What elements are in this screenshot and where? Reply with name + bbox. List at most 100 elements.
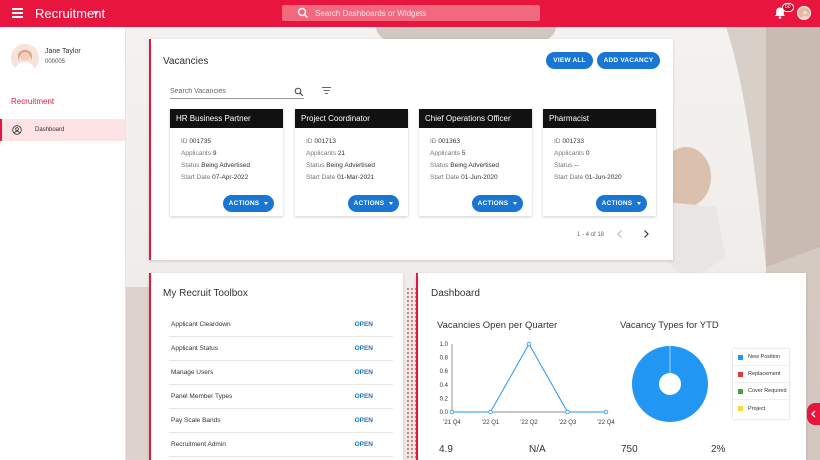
vacancy-id-value: 001733 xyxy=(562,138,585,145)
vacancy-start-date-value: 01-Jun-2020 xyxy=(585,174,622,181)
vacancy-status-value: -- xyxy=(574,162,579,169)
caret-down-icon xyxy=(389,202,394,205)
legend-swatch xyxy=(738,354,743,360)
open-link[interactable]: OPEN xyxy=(355,321,373,328)
sidebar-section-recruitment[interactable]: Recruitment xyxy=(11,97,54,106)
profile-avatar xyxy=(11,44,39,72)
search-icon xyxy=(297,7,309,19)
notification-badge: 50 xyxy=(782,3,794,12)
vacancy-id-label: ID xyxy=(554,138,561,145)
line-chart-title: Vacancies Open per Quarter xyxy=(437,320,558,331)
legend-label: New Position xyxy=(748,354,781,360)
vacancy-title: Chief Operations Officer xyxy=(419,109,532,128)
legend-swatch xyxy=(738,388,743,394)
user-name: Jane Taylor xyxy=(45,48,81,55)
data-point xyxy=(565,409,570,415)
sidebar-item-dashboard[interactable]: Dashboard xyxy=(0,119,125,141)
vacancy-card[interactable]: Project Coordinator ID 001713 Applicants… xyxy=(295,109,408,216)
global-search[interactable] xyxy=(282,5,540,21)
chevron-left-icon[interactable] xyxy=(616,229,624,239)
vacancy-start-date-label: Start Date xyxy=(306,174,336,181)
legend-item[interactable]: New Position xyxy=(733,349,789,366)
toolbox-item-label: Applicant Cleardown xyxy=(171,321,231,328)
legend-item[interactable]: Cover Required xyxy=(733,383,789,400)
toolbox-item-label: Applicant Status xyxy=(171,345,218,352)
data-point xyxy=(449,409,455,415)
vacancy-status-value: Being Advertised xyxy=(201,162,251,169)
vacancy-status: Status Being Advertised xyxy=(306,162,375,169)
vacancy-start-date-label: Start Date xyxy=(430,174,460,181)
vacancy-applicants: Applicants 21 xyxy=(306,150,345,157)
vacancy-title: Project Coordinator xyxy=(295,109,408,128)
vacancy-start-date-label: Start Date xyxy=(554,174,584,181)
open-link[interactable]: OPEN xyxy=(355,441,373,448)
vacancies-title: Vacancies xyxy=(163,56,209,67)
stat-value: 2% xyxy=(711,444,726,455)
pie-chart xyxy=(632,346,708,422)
filter-icon[interactable] xyxy=(322,86,331,95)
vacancy-start-date-value: 01-Mar-2021 xyxy=(337,174,375,181)
vacancy-card[interactable]: Chief Operations Officer ID 001363 Appli… xyxy=(419,109,532,216)
y-tick-label: 0.0 xyxy=(440,410,449,416)
vacancy-card[interactable]: Pharmacist ID 001733 Applicants 0 Status… xyxy=(543,109,656,216)
x-tick-label: '22 Q1 xyxy=(482,420,500,426)
view-all-button[interactable]: VIEW ALL xyxy=(546,52,593,69)
actions-button[interactable]: ACTIONS xyxy=(596,195,647,212)
toolbox-card: My Recruit Toolbox Applicant Cleardown OP… xyxy=(149,273,403,460)
toolbox-item: Applicant Status OPEN xyxy=(169,337,393,361)
vacancy-start-date: Start Date 07-Apr-2022 xyxy=(181,174,248,181)
actions-label: ACTIONS xyxy=(228,200,260,207)
caret-down-icon xyxy=(264,202,269,205)
vacancy-id: ID 001363 xyxy=(430,138,460,145)
open-link[interactable]: OPEN xyxy=(355,393,373,400)
actions-button[interactable]: ACTIONS xyxy=(348,195,399,212)
vacancy-id: ID 001735 xyxy=(181,138,211,145)
vacancy-id-value: 001713 xyxy=(314,138,337,145)
vacancy-applicants: Applicants 9 xyxy=(181,150,216,157)
dashboard-title: Dashboard xyxy=(431,288,480,299)
vacancy-id-label: ID xyxy=(306,138,313,145)
pie-chart-title: Vacancy Types for YTD xyxy=(620,320,719,331)
toolbox-item: Recruitment Admin OPEN xyxy=(169,433,393,457)
legend-item[interactable]: Replacement xyxy=(733,366,789,383)
chevron-right-icon[interactable] xyxy=(642,229,650,239)
vacancy-applicants-label: Applicants xyxy=(181,150,211,157)
open-link[interactable]: OPEN xyxy=(355,417,373,424)
chevron-down-icon[interactable] xyxy=(93,11,99,15)
legend-label: Cover Required xyxy=(748,388,787,394)
dashboard-icon xyxy=(12,125,22,135)
sidebar: Jane Taylor 000005 Recruitment Dashboard xyxy=(0,27,126,460)
toolbox-item: Pay Scale Bands OPEN xyxy=(169,409,393,433)
data-point xyxy=(526,341,532,347)
actions-button[interactable]: ACTIONS xyxy=(223,195,274,212)
toolbox-item: Applicant Cleardown OPEN xyxy=(169,313,393,337)
vacancy-start-date-value: 07-Apr-2022 xyxy=(212,174,249,181)
x-tick-label: '22 Q3 xyxy=(559,420,577,426)
legend-swatch xyxy=(738,371,743,377)
actions-button[interactable]: ACTIONS xyxy=(472,195,523,212)
vacancy-applicants-value: 9 xyxy=(212,150,217,157)
sidebar-item-label: Dashboard xyxy=(35,127,65,133)
legend-item[interactable]: Project xyxy=(733,400,789,417)
vacancy-start-date: Start Date 01-Jun-2020 xyxy=(554,174,622,181)
top-app-bar: Recruitment 50 xyxy=(0,0,820,27)
vacancy-card[interactable]: HR Business Partner ID 001735 Applicants… xyxy=(170,109,283,216)
open-link[interactable]: OPEN xyxy=(355,369,373,376)
open-link[interactable]: OPEN xyxy=(355,345,373,352)
add-vacancy-button[interactable]: ADD VACANCY xyxy=(597,52,660,69)
vacancy-id: ID 001733 xyxy=(554,138,584,145)
vacancy-search-input[interactable] xyxy=(170,88,285,95)
legend-label: Project xyxy=(748,405,766,412)
menu-icon[interactable] xyxy=(12,8,23,18)
search-icon[interactable] xyxy=(294,87,304,97)
global-search-input[interactable] xyxy=(315,8,515,18)
x-tick-label: '22 Q2 xyxy=(520,420,538,426)
vacancy-status-value: Being Advertised xyxy=(326,162,376,169)
vacancy-applicants: Applicants 0 xyxy=(554,150,589,157)
toolbox-item: Panel Member Types OPEN xyxy=(169,385,393,409)
series-line xyxy=(452,342,606,413)
side-drawer-toggle[interactable] xyxy=(807,403,820,425)
user-avatar[interactable] xyxy=(797,6,811,20)
user-id: 000005 xyxy=(45,59,66,65)
vacancy-applicants-label: Applicants xyxy=(306,150,336,157)
